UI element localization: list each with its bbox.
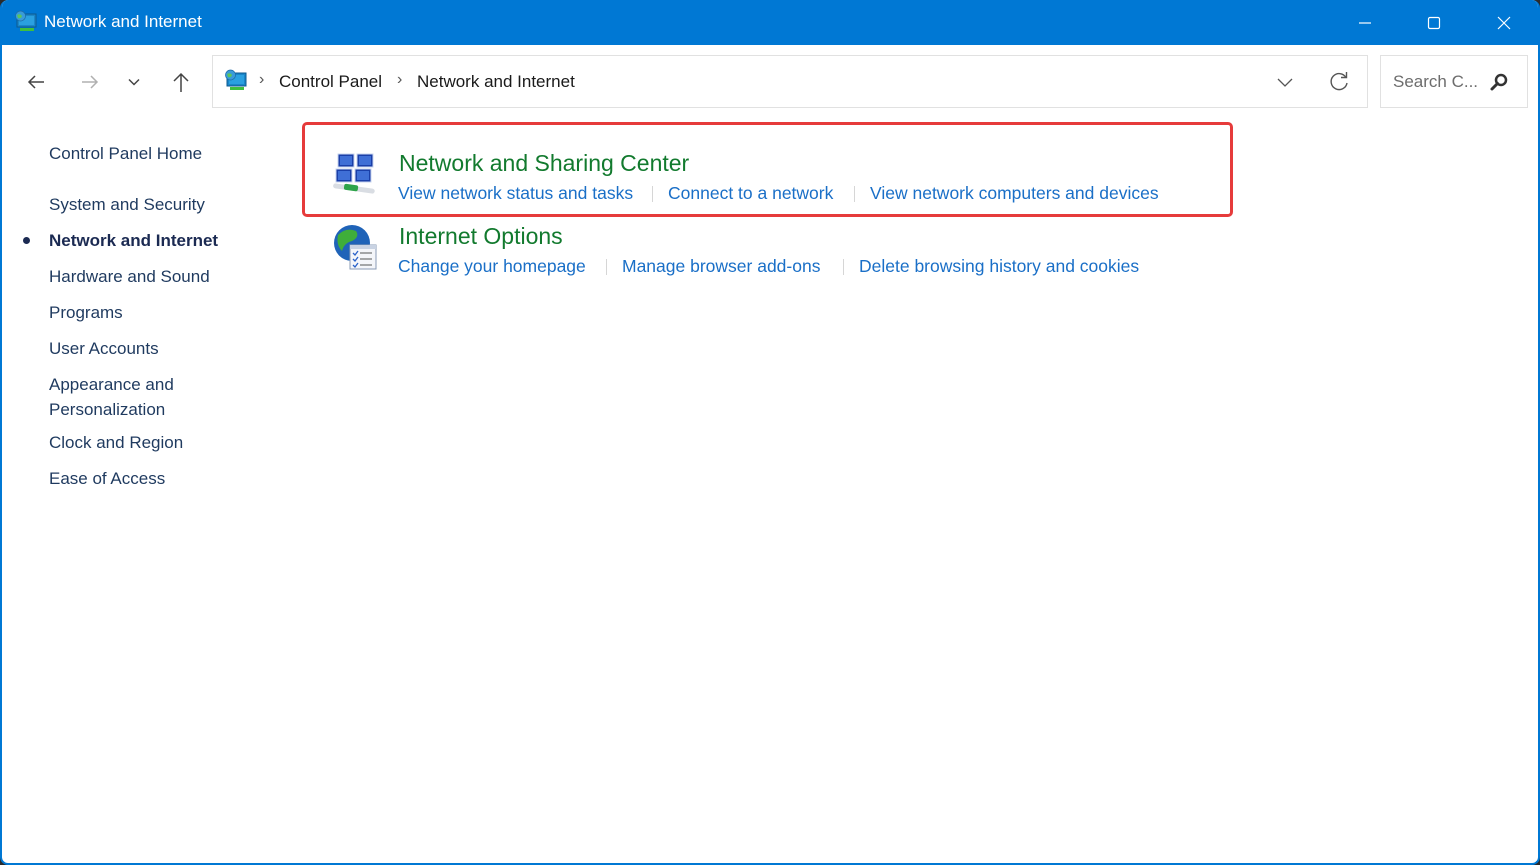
address-bar[interactable]: › Control Panel › Network and Internet: [212, 55, 1368, 108]
network-sharing-icon: [333, 153, 375, 194]
breadcrumb-control-panel[interactable]: Control Panel: [279, 72, 382, 92]
sidebar-item-hardware-sound[interactable]: Hardware and Sound: [49, 264, 210, 289]
link-separator: [843, 259, 844, 275]
arrow-up-icon: [173, 72, 189, 92]
link-view-network-status[interactable]: View network status and tasks: [398, 183, 633, 204]
close-icon: [1497, 16, 1511, 29]
minimize-icon: [1359, 21, 1371, 24]
link-connect-to-network[interactable]: Connect to a network: [668, 183, 833, 204]
breadcrumb-separator[interactable]: ›: [259, 71, 264, 89]
sidebar-item-user-accounts[interactable]: User Accounts: [49, 336, 159, 361]
sidebar-item-clock-region[interactable]: Clock and Region: [49, 430, 183, 455]
sidebar-item-ease-of-access[interactable]: Ease of Access: [49, 466, 165, 491]
refresh-icon: [1330, 72, 1348, 91]
forward-button[interactable]: [72, 67, 108, 97]
search-input[interactable]: [1391, 70, 1491, 94]
active-bullet: [23, 237, 30, 244]
link-change-homepage[interactable]: Change your homepage: [398, 256, 586, 277]
address-dropdown-button[interactable]: [1271, 70, 1299, 94]
sidebar-item-system-security[interactable]: System and Security: [49, 192, 205, 217]
navigation-bar: › Control Panel › Network and Internet: [2, 45, 1538, 117]
link-separator: [606, 259, 607, 275]
link-separator: [652, 186, 653, 202]
recent-locations-button[interactable]: [116, 67, 152, 97]
chevron-down-icon: [128, 78, 140, 86]
arrow-right-icon: [82, 75, 99, 89]
link-view-network-computers[interactable]: View network computers and devices: [870, 183, 1159, 204]
sidebar-item-control-panel-home[interactable]: Control Panel Home: [49, 141, 202, 166]
maximize-icon: [1427, 16, 1441, 29]
search-box[interactable]: [1380, 55, 1528, 108]
category-title-network-sharing-center[interactable]: Network and Sharing Center: [399, 150, 689, 177]
network-internet-icon: [15, 10, 37, 31]
breadcrumb-network-internet[interactable]: Network and Internet: [417, 72, 575, 92]
control-panel-window: Network and Internet › Control Panel › N…: [0, 0, 1540, 865]
link-separator: [854, 186, 855, 202]
sidebar-item-appearance-line1[interactable]: Appearance and: [49, 372, 174, 397]
title-bar: Network and Internet: [2, 0, 1538, 45]
search-icon[interactable]: [1489, 72, 1509, 92]
sidebar-item-appearance-line2[interactable]: Personalization: [49, 397, 165, 422]
breadcrumb-separator[interactable]: ›: [397, 71, 402, 89]
window-title: Network and Internet: [44, 12, 202, 31]
maximize-button[interactable]: [1399, 0, 1469, 45]
chevron-down-icon: [1277, 78, 1293, 87]
internet-options-icon: [334, 225, 377, 270]
refresh-button[interactable]: [1325, 68, 1353, 96]
network-internet-icon: [225, 69, 247, 90]
link-delete-browsing-history[interactable]: Delete browsing history and cookies: [859, 256, 1139, 277]
sidebar-item-programs[interactable]: Programs: [49, 300, 123, 325]
sidebar-item-network-internet[interactable]: Network and Internet: [49, 228, 218, 253]
back-button[interactable]: [18, 67, 54, 97]
minimize-button[interactable]: [1330, 0, 1400, 45]
close-button[interactable]: [1469, 0, 1538, 45]
arrow-left-icon: [27, 75, 44, 89]
link-manage-addons[interactable]: Manage browser add-ons: [622, 256, 820, 277]
up-button[interactable]: [163, 67, 199, 97]
category-title-internet-options[interactable]: Internet Options: [399, 223, 563, 250]
